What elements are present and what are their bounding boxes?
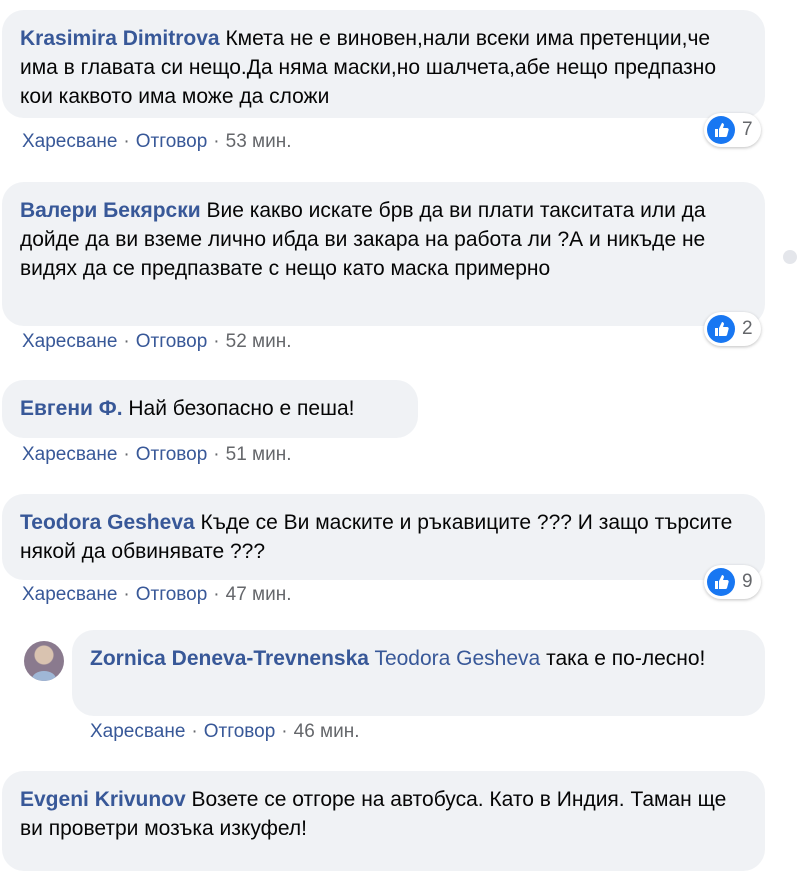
comment-author[interactable]: Евгени Ф. [20, 397, 123, 420]
reaction-number: 2 [742, 318, 753, 339]
separator: · [213, 131, 220, 152]
comment-text: Най безопасно е пеша! [128, 397, 355, 420]
separator: · [123, 584, 130, 605]
separator: · [123, 131, 130, 152]
reply-link[interactable]: Отговор [204, 721, 276, 742]
comment-actions: Харесване · Отговор · 52 мин. [22, 331, 292, 353]
comment-bubble: Evgeni Krivunov Возете се отгоре на авто… [2, 771, 765, 871]
like-link[interactable]: Харесване [22, 444, 117, 465]
separator: · [191, 721, 198, 742]
separator: · [123, 331, 130, 352]
reaction-count[interactable]: 7 [704, 113, 761, 147]
comment-timestamp[interactable]: 53 мин. [226, 131, 292, 152]
comment-author[interactable]: Evgeni Krivunov [20, 788, 186, 811]
separator: · [123, 444, 130, 465]
comment-text: така е по-лесно! [546, 647, 706, 670]
comment-bubble: Валери Бекярски Вие какво искате брв да … [2, 182, 765, 326]
comment-actions: Харесване · Отговор · 47 мин. [22, 584, 292, 606]
separator: · [281, 721, 288, 742]
avatar[interactable] [24, 641, 64, 681]
reaction-number: 7 [742, 119, 753, 140]
like-reaction-icon [707, 568, 735, 596]
comment-actions: Харесване · Отговор · 51 мин. [22, 444, 292, 466]
more-options-icon[interactable] [783, 250, 797, 264]
reaction-count[interactable]: 2 [704, 312, 761, 346]
like-reaction-icon [707, 315, 735, 343]
comment-author[interactable]: Валери Бекярски [20, 199, 201, 222]
comment-actions: Харесване · Отговор · 46 мин. [90, 721, 360, 743]
comment-author[interactable]: Krasimira Dimitrova [20, 27, 220, 50]
comment-author[interactable]: Zornica Deneva-Trevnenska [90, 647, 369, 670]
reaction-count[interactable]: 9 [704, 565, 761, 599]
comment-timestamp[interactable]: 52 мин. [226, 331, 292, 352]
like-link[interactable]: Харесване [22, 131, 117, 152]
like-link[interactable]: Харесване [22, 584, 117, 605]
like-link[interactable]: Харесване [90, 721, 185, 742]
separator: · [213, 444, 220, 465]
reply-bubble: Zornica Deneva-Trevnenska Teodora Geshev… [72, 630, 765, 716]
comment-bubble: Евгени Ф. Най безопасно е пеша! [2, 380, 418, 438]
like-reaction-icon [707, 116, 735, 144]
separator: · [213, 584, 220, 605]
mention-link[interactable]: Teodora Gesheva [374, 647, 540, 670]
reply-link[interactable]: Отговор [136, 444, 208, 465]
like-link[interactable]: Харесване [22, 331, 117, 352]
comment-bubble: Teodora Gesheva Къде се Ви маските и рък… [2, 494, 765, 580]
reply-link[interactable]: Отговор [136, 584, 208, 605]
comment-author[interactable]: Teodora Gesheva [20, 511, 195, 534]
reply-link[interactable]: Отговор [136, 131, 208, 152]
comment-timestamp[interactable]: 47 мин. [226, 584, 292, 605]
comment-timestamp[interactable]: 51 мин. [226, 444, 292, 465]
comment-actions: Харесване · Отговор · 53 мин. [22, 131, 292, 153]
reply-link[interactable]: Отговор [136, 331, 208, 352]
reaction-number: 9 [742, 571, 753, 592]
comment-bubble: Krasimira Dimitrova Кмета не е виновен,н… [2, 10, 765, 118]
separator: · [213, 331, 220, 352]
comment-timestamp[interactable]: 46 мин. [294, 721, 360, 742]
